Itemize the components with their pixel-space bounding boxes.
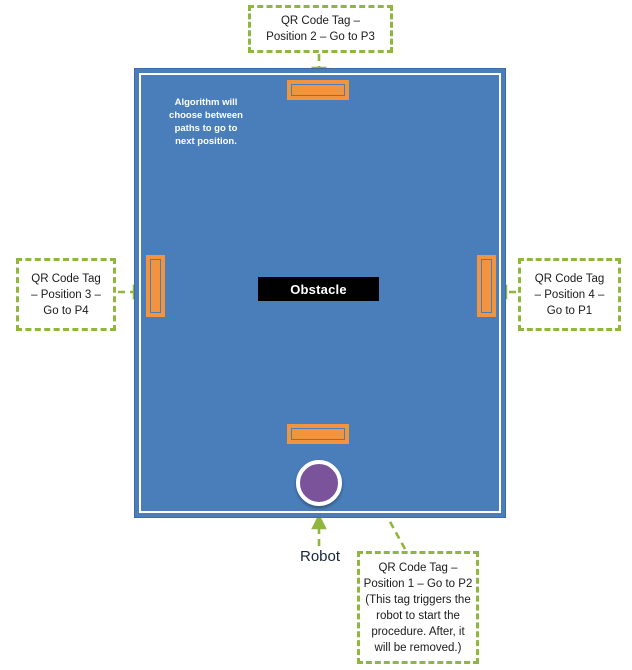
note-p2-line-1: QR Code Tag – <box>280 15 361 27</box>
robot-marker[interactable] <box>296 460 342 506</box>
note-p3-line-3: Go to P4 <box>43 304 89 317</box>
algorithm-note-line-1: Algorithm will <box>174 97 238 108</box>
note-qr-position-2: QR Code Tag – Position 2 – Go to P3 <box>248 5 393 53</box>
robot-label: Robot <box>299 548 341 565</box>
qr-tag-inner-left <box>150 259 161 313</box>
qr-tag-inner-top <box>291 84 345 96</box>
note-p1-line-3: (This tag triggers the <box>365 593 471 606</box>
note-qr-position-4: QR Code Tag – Position 4 – Go to P1 <box>518 258 621 331</box>
qr-tag-marker-position-3[interactable] <box>146 255 165 317</box>
note-p1-line-6: will be removed.) <box>374 641 462 654</box>
note-p4-line-1: QR Code Tag <box>534 272 605 285</box>
obstacle-block: Obstacle <box>258 277 379 301</box>
note-p1-line-2: Position 1 – Go to P2 <box>363 577 473 590</box>
diagram-canvas: Algorithm will choose between paths to g… <box>0 0 632 670</box>
note-p1-line-5: procedure. After, it <box>371 625 465 638</box>
qr-tag-marker-position-4[interactable] <box>477 255 496 317</box>
qr-tag-inner-bottom <box>291 428 345 440</box>
note-p1-line-1: QR Code Tag – <box>378 561 458 574</box>
note-p3-line-2: – Position 3 – <box>31 288 101 301</box>
note-p2-line-2: Position 2 – Go to P3 <box>266 31 375 43</box>
note-p4-line-3: Go to P1 <box>546 304 593 317</box>
note-p3-line-1: QR Code Tag <box>31 272 101 285</box>
algorithm-note: Algorithm will choose between paths to g… <box>152 96 260 148</box>
qr-tag-marker-position-2[interactable] <box>287 80 349 100</box>
qr-tag-inner-right <box>481 259 492 313</box>
algorithm-note-line-3: paths to go to <box>174 123 238 134</box>
algorithm-note-line-2: choose between <box>169 110 243 121</box>
note-qr-position-1: QR Code Tag – Position 1 – Go to P2 (Thi… <box>357 551 479 664</box>
note-qr-position-3: QR Code Tag – Position 3 – Go to P4 <box>16 258 116 331</box>
note-p4-line-2: – Position 4 – <box>534 288 605 301</box>
algorithm-note-line-4: next position. <box>175 136 237 147</box>
note-p1-line-4: robot to start the <box>376 609 460 622</box>
qr-tag-marker-position-1[interactable] <box>287 424 349 444</box>
